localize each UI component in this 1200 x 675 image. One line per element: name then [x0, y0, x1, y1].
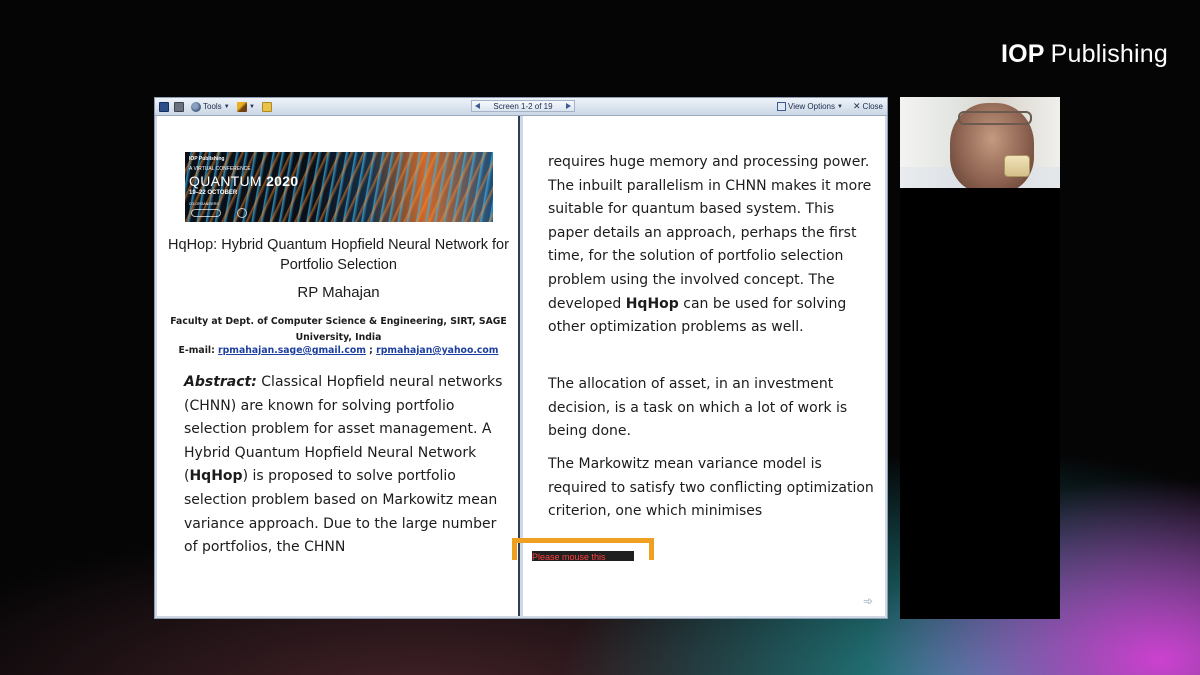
document-page-left: IOP Publishing A VIRTUAL CONFERENCE QUAN… — [157, 116, 520, 616]
previous-screen-icon[interactable] — [475, 103, 480, 109]
brand-rest: Publishing — [1050, 40, 1168, 68]
p1-bold: HqHop — [625, 295, 679, 312]
viewer-toolbar: Tools ▼ ▼ Screen 1-2 of 19 View Options … — [155, 98, 887, 116]
banner-dates: 19–22 OCTOBER — [189, 190, 238, 196]
email-label: E-mail: — [178, 345, 215, 356]
presenter-glasses — [958, 111, 1032, 125]
highlighter-button[interactable]: ▼ — [237, 101, 255, 112]
next-screen-icon[interactable] — [566, 103, 571, 109]
chevron-down-icon: ▼ — [837, 103, 843, 110]
email-link-1[interactable]: rpmahajan.sage@gmail.com — [218, 345, 366, 356]
abstract-label: Abstract: — [184, 374, 257, 390]
close-button[interactable]: ✕ Close — [853, 101, 883, 112]
banner-coorganisers: CO-ORGANISERS — [189, 202, 219, 206]
tools-icon — [191, 101, 201, 112]
print-button[interactable] — [174, 101, 184, 112]
conference-banner: IOP Publishing A VIRTUAL CONFERENCE QUAN… — [185, 152, 493, 222]
view-options-icon — [777, 102, 786, 111]
save-button[interactable] — [159, 101, 169, 112]
brand-logo: IOP Publishing — [1001, 40, 1168, 69]
p1-part-1: requires huge memory and processing powe… — [548, 154, 872, 312]
close-icon: ✕ — [853, 101, 861, 111]
email-link-2[interactable]: rpmahajan@yahoo.com — [376, 345, 498, 356]
view-options-button[interactable]: View Options ▼ — [777, 101, 843, 112]
author-email: E-mail: rpmahajan.sage@gmail.com ; rpmah… — [167, 345, 510, 356]
paper-title: HqHop: Hybrid Quantum Hopfield Neural Ne… — [168, 237, 509, 273]
chevron-down-icon: ▼ — [223, 103, 230, 110]
folder-button[interactable] — [262, 101, 272, 112]
screen-counter: Screen 1-2 of 19 — [493, 101, 553, 111]
brand-bold: IOP — [1000, 40, 1045, 68]
abstract-bold: HqHop — [189, 468, 243, 485]
banner-publisher: IOP Publishing — [189, 156, 225, 162]
banner-virtual: A VIRTUAL CONFERENCE — [189, 166, 251, 172]
presenter-mug — [1004, 155, 1030, 177]
body-paragraph-3: The Markowitz mean variance model is req… — [548, 456, 874, 520]
highlighter-icon — [237, 101, 247, 112]
body-paragraph-2: The allocation of asset, in an investmen… — [548, 376, 848, 440]
banner-year: 2020 — [266, 173, 299, 189]
tools-menu-button[interactable]: Tools ▼ — [191, 101, 230, 112]
banner-title-word: QUANTUM — [189, 173, 262, 189]
email-separator: ; — [369, 345, 373, 356]
view-options-label: View Options — [788, 102, 835, 111]
tools-label: Tools — [203, 102, 222, 111]
print-icon — [174, 101, 184, 112]
presenter-webcam — [900, 97, 1060, 188]
close-label: Close — [862, 102, 883, 111]
chevron-down-icon: ▼ — [249, 103, 255, 110]
author-affiliation: Faculty at Dept. of Computer Science & E… — [170, 316, 507, 343]
university-seal-icon — [237, 208, 247, 218]
presenter-video-panel — [900, 97, 1060, 619]
abstract-text: Abstract: Classical Hopfield neural netw… — [184, 371, 510, 560]
banner-title: QUANTUM 2020 — [189, 173, 298, 189]
highlight-text: Please mouse this — [532, 551, 634, 561]
folder-icon — [262, 101, 272, 112]
screen-navigator: Screen 1-2 of 19 — [471, 100, 575, 112]
save-icon — [159, 101, 169, 112]
partner-logo-icon — [191, 209, 221, 217]
body-paragraph-1: requires huge memory and processing powe… — [548, 151, 878, 340]
next-page-arrow-icon[interactable]: ➾ — [861, 595, 875, 607]
paper-author: RP Mahajan — [297, 284, 380, 301]
